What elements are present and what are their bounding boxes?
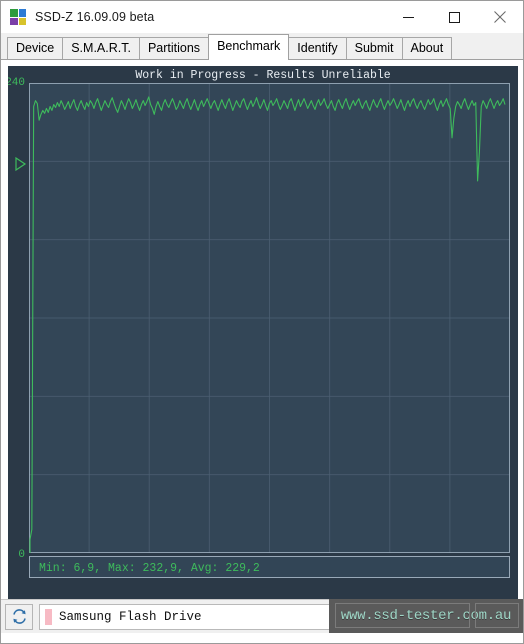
benchmark-stats-text: Min: 6,9, Max: 232,9, Avg: 229,2 — [39, 562, 260, 575]
title-bar: SSD-Z 16.09.09 beta — [1, 1, 523, 33]
refresh-button[interactable] — [5, 603, 33, 630]
refresh-icon — [12, 609, 26, 624]
tab-strip: Device S.M.A.R.T. Partitions Benchmark I… — [1, 33, 523, 60]
chart-title: Work in Progress - Results Unreliable — [135, 69, 390, 82]
benchmark-dark-panel: Work in Progress - Results Unreliable 240… — [8, 66, 518, 626]
chart-canvas: Work in Progress - Results Unreliable 240… — [8, 66, 518, 599]
maximize-button[interactable] — [431, 1, 477, 33]
tab-partitions[interactable]: Partitions — [138, 37, 210, 59]
transfer-rate-chart: Work in Progress - Results Unreliable 240… — [8, 66, 518, 599]
close-button[interactable] — [477, 1, 523, 33]
y-axis-tick-label: 0 — [18, 549, 25, 561]
tab-smart[interactable]: S.M.A.R.T. — [62, 37, 140, 59]
site-watermark: www.ssd-tester.com.au — [329, 599, 523, 633]
window-controls — [385, 1, 523, 33]
tab-identify[interactable]: Identify — [288, 37, 347, 59]
app-logo-icon — [10, 9, 26, 25]
watermark-box-right — [475, 603, 519, 628]
watermark-box-left — [335, 603, 470, 628]
window-title: SSD-Z 16.09.09 beta — [35, 10, 155, 24]
benchmark-panel: Work in Progress - Results Unreliable 240… — [1, 60, 523, 633]
tab-submit[interactable]: Submit — [345, 37, 403, 59]
app-window: SSD-Z 16.09.09 beta Device S.M.A.R.T. Pa… — [0, 0, 524, 644]
minimize-button[interactable] — [385, 1, 431, 33]
device-name-value: Samsung Flash Drive — [59, 609, 202, 624]
device-color-swatch — [45, 608, 52, 625]
tab-device[interactable]: Device — [7, 37, 64, 59]
y-axis-tick-label: 240 — [8, 77, 25, 89]
tab-benchmark[interactable]: Benchmark — [208, 34, 290, 60]
tab-about[interactable]: About — [401, 37, 453, 59]
